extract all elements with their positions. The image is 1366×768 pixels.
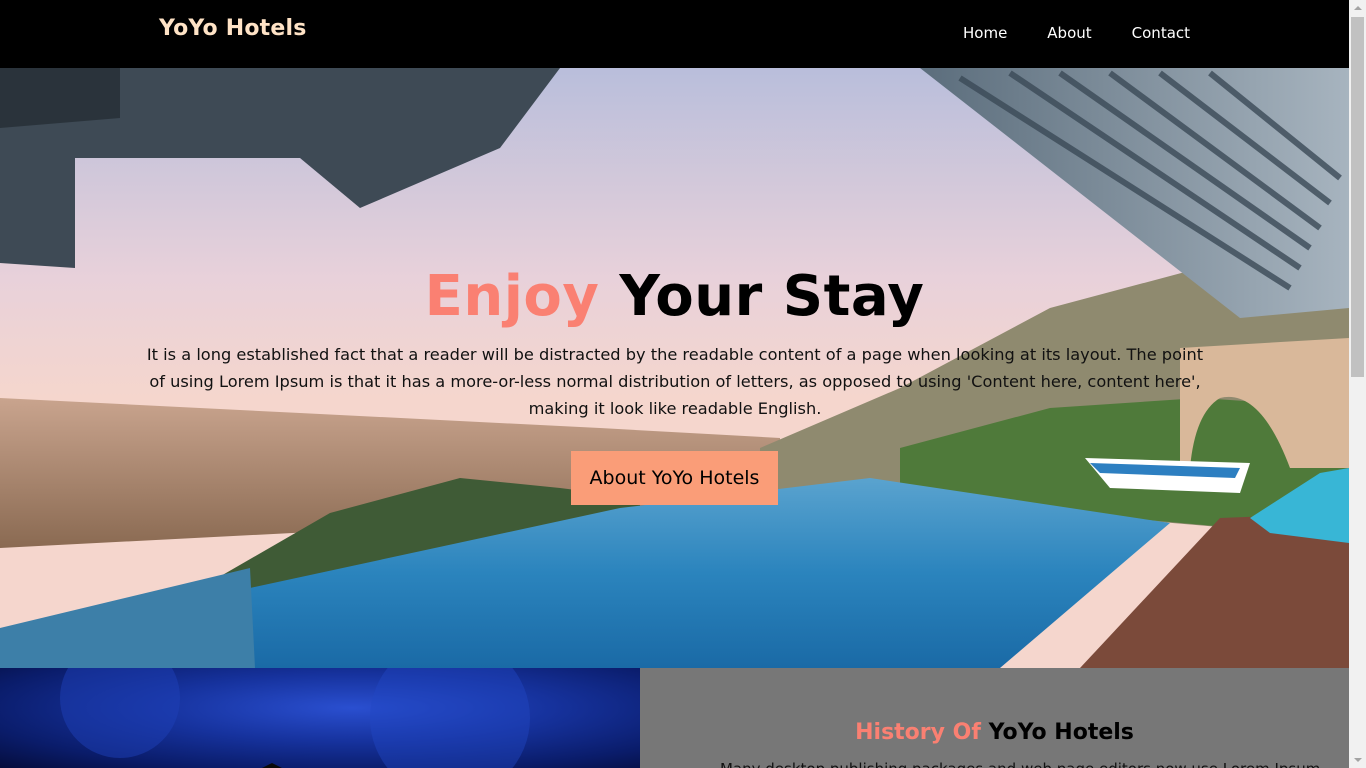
nav-link-home[interactable]: Home — [963, 24, 1007, 42]
scroll-down-icon[interactable] — [1349, 751, 1366, 768]
scrollbar-thumb[interactable] — [1351, 17, 1364, 377]
hero-title-accent: Enjoy — [424, 264, 600, 329]
about-yoyo-hotels-button[interactable]: About YoYo Hotels — [571, 451, 778, 505]
nav-links: Home About Contact — [963, 24, 1190, 42]
hero-title-rest: Your Stay — [599, 264, 925, 329]
night-sky-image — [60, 668, 530, 768]
scroll-up-icon[interactable] — [1349, 0, 1366, 17]
nav-link-about[interactable]: About — [1047, 24, 1091, 42]
history-title-accent: History Of — [855, 720, 981, 745]
history-description: Many desktop publishing packages and web… — [720, 760, 1320, 768]
navbar: YoYo Hotels Home About Contact — [0, 0, 1349, 68]
history-panel: History Of YoYo Hotels Many desktop publ… — [640, 668, 1349, 768]
nav-link-contact[interactable]: Contact — [1132, 24, 1190, 42]
hero-title: Enjoy Your Stay — [0, 264, 1349, 329]
history-title: History Of YoYo Hotels — [640, 720, 1349, 745]
history-image — [0, 668, 640, 768]
history-title-rest: YoYo Hotels — [980, 720, 1134, 745]
hero-content: Enjoy Your Stay It is a long established… — [0, 68, 1349, 668]
brand-logo[interactable]: YoYo Hotels — [159, 16, 307, 41]
hero-section: Enjoy Your Stay It is a long established… — [0, 68, 1349, 668]
page-scrollbar[interactable] — [1349, 0, 1366, 768]
hero-description: It is a long established fact that a rea… — [146, 345, 1204, 418]
